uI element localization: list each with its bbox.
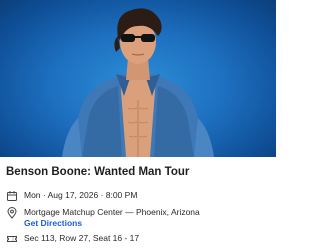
- event-title: Benson Boone: Wanted Man Tour: [6, 166, 190, 178]
- event-seats-row: Sec 113, Row 27, Seat 16 - 17: [6, 233, 139, 245]
- event-hero-image: [0, 0, 276, 157]
- get-directions-link[interactable]: Get Directions: [24, 218, 200, 229]
- event-datetime: Mon · Aug 17, 2026 · 8:00 PM: [24, 190, 138, 200]
- event-venue-row: Mortgage Matchup Center — Phoenix, Arizo…: [6, 207, 200, 229]
- performer-photo: [62, 8, 214, 157]
- event-seats: Sec 113, Row 27, Seat 16 - 17: [24, 233, 140, 243]
- event-date-row: Mon · Aug 17, 2026 · 8:00 PM: [6, 190, 137, 202]
- calendar-icon: [6, 190, 18, 202]
- location-pin-icon: [6, 207, 18, 219]
- event-details-card: Benson Boone: Wanted Man Tour Mon · Aug …: [0, 157, 276, 250]
- event-venue: Mortgage Matchup Center — Phoenix, Arizo…: [24, 207, 200, 217]
- ticket-icon: [6, 233, 18, 245]
